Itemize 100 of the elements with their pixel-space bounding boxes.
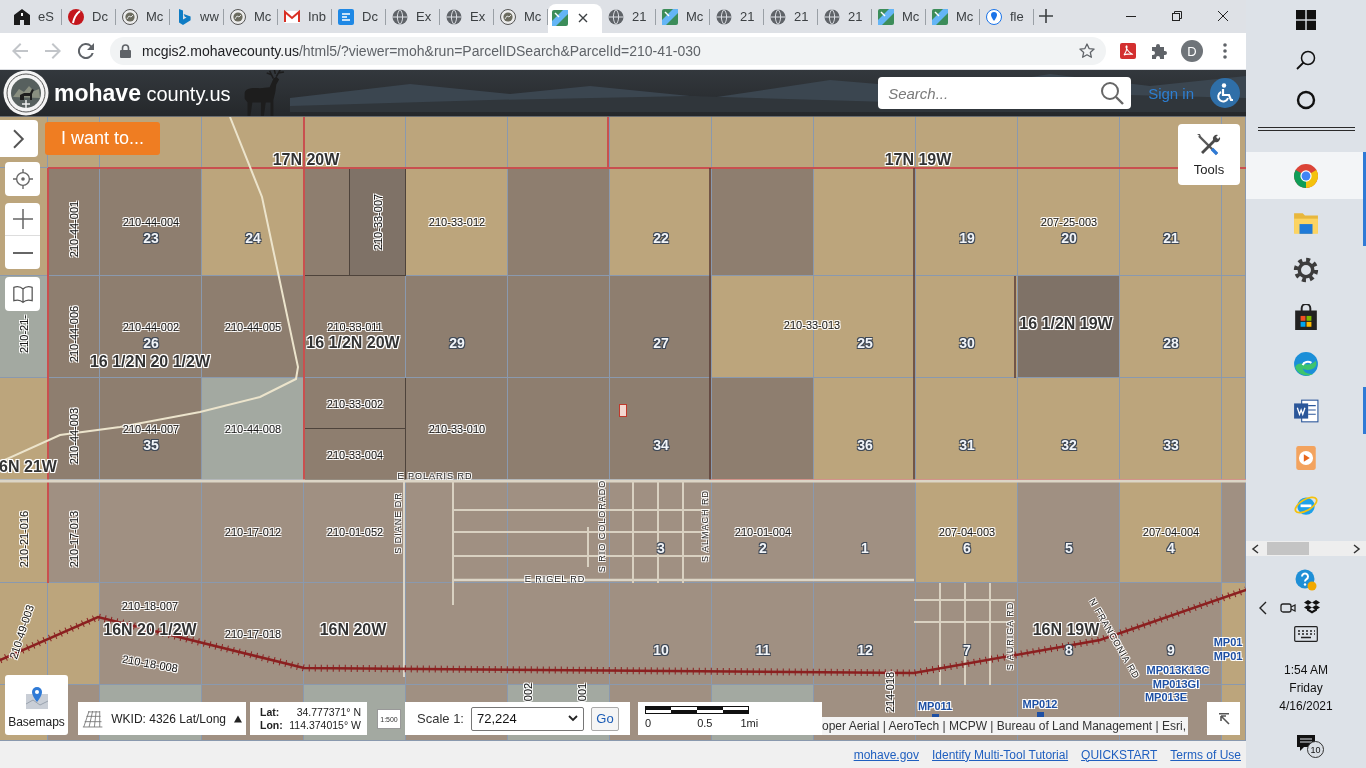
zoom-in-button[interactable] [5, 203, 40, 236]
scrollbar-track[interactable] [1246, 541, 1366, 556]
parcel-label: 207-04-003 [938, 525, 996, 538]
township-label: 16N 20W [319, 622, 387, 638]
parcel-label: 210-17-018 [224, 628, 282, 640]
footer-link[interactable]: Identify Multi-Tool Tutorial [932, 747, 1069, 762]
browser-tab[interactable]: Dc [332, 0, 386, 33]
parcel-label: 210-01-004 [734, 525, 792, 538]
globe-icon [446, 8, 462, 25]
bookmarks-button[interactable] [5, 277, 40, 311]
collapse-button[interactable] [1207, 702, 1240, 735]
globe-icon [392, 8, 408, 25]
footer-link[interactable]: QUICKSTART [1081, 747, 1158, 762]
footer-link[interactable]: mohave.gov [853, 747, 919, 762]
browser-tab[interactable]: Mc [872, 0, 926, 33]
clock-button[interactable]: 1:54 AM Friday 4/16/2021 [1279, 661, 1333, 715]
address-bar[interactable]: mcgis2.mohavecounty.us/html5/?viewer=moh&run=ParcelIDSearch&ParcelId=210-41-030 [110, 37, 1106, 65]
browser-tab[interactable]: 21 [710, 0, 764, 33]
notification-button[interactable]: 10 [1291, 730, 1321, 756]
map-icon [662, 8, 678, 25]
scrollbar-thumb[interactable] [1267, 542, 1309, 555]
wheelchair-icon [1210, 78, 1240, 108]
reload-icon [78, 43, 94, 59]
section-number: 8 [1065, 642, 1073, 658]
latitude-value: 34.777371° N [296, 705, 361, 719]
expand-panel-button[interactable] [0, 120, 38, 157]
book-icon [12, 284, 33, 304]
crosshair-icon [12, 169, 33, 189]
browser-tab[interactable]: Mc [656, 0, 710, 33]
parcel-label: 210-44-003 [68, 407, 80, 465]
section-number: 23 [143, 230, 159, 246]
section-number: 31 [959, 437, 975, 453]
collapse-arrow-icon [1217, 712, 1230, 725]
seal-icon [500, 8, 516, 25]
parcel-label: 210-44-006 [68, 305, 80, 363]
site-logo-text[interactable]: mohave county.us [54, 79, 231, 107]
map-pin-icon [24, 686, 49, 710]
parcel-label: 210-21-016 [18, 510, 30, 567]
browser-tab[interactable]: Mc [926, 0, 980, 33]
browser-tab[interactable]: Inb [278, 0, 332, 33]
parcel-label: 210-33-002 [326, 397, 384, 410]
parcel-label: 210-33-011 [327, 321, 383, 333]
parcel-label: 001 [576, 682, 588, 702]
browser-tab[interactable]: 21 [818, 0, 872, 33]
search-field[interactable]: Search... [878, 77, 1132, 109]
new-tab-button[interactable] [1038, 8, 1054, 24]
locate-button[interactable] [5, 162, 40, 196]
scale-select[interactable]: 72,224 [471, 706, 584, 731]
township-label: 17N 19W [884, 152, 952, 168]
section-number: 26 [143, 335, 159, 351]
section-number: 24 [245, 230, 261, 246]
browser-tab[interactable] [548, 4, 602, 33]
zoom-out-button[interactable] [5, 236, 40, 269]
road-label: E RIGEL RD [524, 574, 586, 584]
section-number: 25 [857, 335, 873, 351]
milepost-label: MP012 [1022, 698, 1058, 710]
location-pin-icon [986, 8, 1002, 25]
swoosh-logo-icon [68, 8, 84, 25]
section-number: 35 [143, 437, 159, 453]
section-number: 2 [759, 539, 767, 556]
tools-icon [1196, 132, 1222, 157]
chevron-down-icon [568, 715, 578, 722]
windows-logo-icon [1296, 10, 1316, 30]
minus-icon [12, 251, 33, 254]
minimize-icon [1126, 15, 1136, 17]
close-icon [1218, 11, 1228, 21]
section-number: 27 [653, 335, 669, 351]
browser-tab[interactable]: 21 [602, 0, 656, 33]
browser-tab[interactable]: fle [980, 0, 1034, 33]
browser-tab[interactable]: 21 [764, 0, 818, 33]
browser-tab[interactable]: Ex [386, 0, 440, 33]
globe-icon [608, 8, 624, 25]
milepost-label: MP01 [1213, 650, 1243, 662]
browser-tab[interactable]: Mc [116, 0, 170, 33]
browser-tab[interactable]: Mc [494, 0, 548, 33]
parcel-label: 210-33-010 [428, 423, 486, 435]
browser-tab[interactable]: Dc [62, 0, 116, 33]
globe-icon [716, 8, 732, 25]
parcel-label: 207-25-003 [1040, 216, 1098, 228]
tools-button[interactable]: Tools [1178, 124, 1240, 185]
milepost-label: MP013E [1144, 691, 1188, 703]
basemaps-button[interactable]: Basemaps [5, 675, 68, 735]
profile-avatar[interactable]: D [1181, 40, 1203, 62]
browser-tab[interactable]: ww [170, 0, 224, 33]
browser-tab[interactable]: Ex [440, 0, 494, 33]
parcel-label: 210-33-012 [428, 216, 486, 228]
projection-selector[interactable]: WKID: 4326 Lat/Long [78, 702, 246, 735]
plus-icon [1038, 8, 1054, 24]
browser-tab[interactable]: eS [8, 0, 62, 33]
parcel-label: 210-44-002 [122, 321, 180, 333]
section-number: 9 [1167, 642, 1175, 658]
parcel-outline-marker [619, 404, 627, 417]
browser-tab[interactable]: Mc [224, 0, 278, 33]
section-number: 29 [449, 335, 465, 351]
go-button[interactable]: Go [591, 706, 619, 731]
longitude-label: Lon: [260, 718, 283, 732]
footer-link[interactable]: Terms of Use [1170, 747, 1241, 762]
swirl-tile-icon [1120, 43, 1136, 59]
parcel-label: 210-33-013 [783, 319, 841, 331]
road-label: S ALMACH RD [700, 490, 710, 562]
